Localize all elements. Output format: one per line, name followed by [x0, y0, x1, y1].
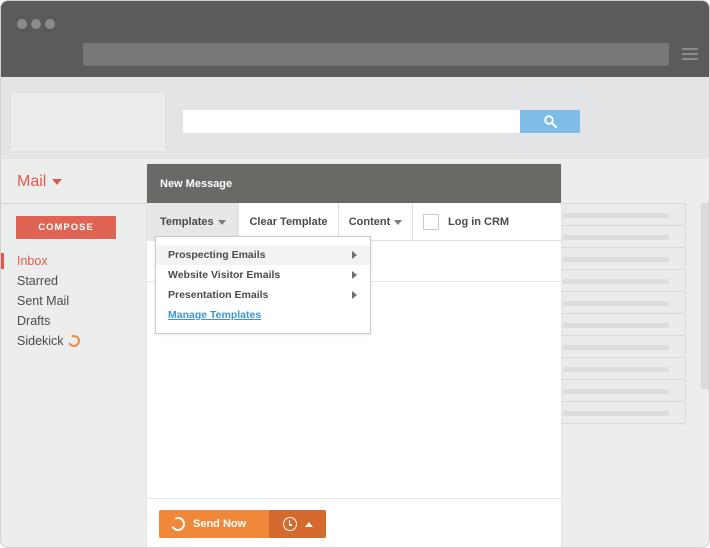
- sidebar-divider: [1, 203, 147, 204]
- clear-template-label: Clear Template: [249, 216, 328, 228]
- list-item[interactable]: [561, 292, 685, 314]
- sidebar-item-inbox[interactable]: Inbox: [1, 251, 147, 271]
- list-item[interactable]: [561, 204, 685, 226]
- send-now-button[interactable]: Send Now: [159, 510, 269, 538]
- log-in-crm-checkbox[interactable]: [423, 214, 439, 230]
- mail-label: Mail: [17, 173, 47, 190]
- list-item[interactable]: [561, 336, 685, 358]
- menu-item-label: Prospecting Emails: [168, 249, 266, 261]
- chevron-down-icon: [217, 219, 226, 225]
- list-item[interactable]: [561, 358, 685, 380]
- list-item[interactable]: [561, 248, 685, 270]
- scrollbar[interactable]: [701, 203, 709, 389]
- manage-templates-link[interactable]: Manage Templates: [168, 309, 261, 321]
- sidebar-item-label: Sent Mail: [17, 294, 70, 308]
- window-close-dot[interactable]: [17, 19, 27, 29]
- sidebar-item-label: Drafts: [17, 314, 51, 328]
- sidekick-icon: [65, 333, 82, 349]
- sidebar-item-sent-mail[interactable]: Sent Mail: [1, 291, 147, 311]
- sidebar-item-label: Starred: [17, 274, 58, 288]
- chevron-right-icon: [352, 291, 357, 299]
- compose-footer: Send Now: [147, 498, 561, 547]
- chevron-up-icon: [304, 521, 313, 527]
- window-minimize-dot[interactable]: [31, 19, 41, 29]
- logo-placeholder: [11, 93, 165, 151]
- chevron-right-icon: [352, 271, 357, 279]
- sidekick-icon: [169, 515, 187, 533]
- template-menu-item-website-visitor[interactable]: Website Visitor Emails: [156, 265, 370, 285]
- email-list-background: [561, 203, 686, 425]
- menu-item-label: Presentation Emails: [168, 289, 269, 301]
- search-icon: [543, 115, 557, 128]
- sidebar-item-sidekick[interactable]: Sidekick: [1, 331, 147, 351]
- address-bar[interactable]: [83, 43, 669, 66]
- compose-button[interactable]: COMPOSE: [16, 216, 116, 239]
- browser-chrome: [1, 1, 709, 77]
- sidebar-nav: Inbox Starred Sent Mail Drafts Sidekick: [1, 251, 147, 351]
- window-maximize-dot[interactable]: [45, 19, 55, 29]
- menu-item-label: Website Visitor Emails: [168, 269, 281, 281]
- content-label: Content: [348, 216, 391, 228]
- list-item[interactable]: [561, 380, 685, 402]
- log-in-crm-label: Log in CRM: [448, 216, 510, 228]
- browser-menu-icon[interactable]: [682, 48, 698, 60]
- list-item[interactable]: [561, 270, 685, 292]
- list-item[interactable]: [561, 314, 685, 336]
- search-input[interactable]: [183, 110, 521, 133]
- send-now-label: Send Now: [193, 518, 247, 530]
- templates-dropdown: Prospecting Emails Website Visitor Email…: [155, 236, 371, 334]
- compose-panel: New Message Templates Clear Template Con…: [147, 164, 561, 547]
- list-item[interactable]: [561, 402, 685, 424]
- chevron-down-icon: [394, 219, 403, 225]
- sidebar-item-starred[interactable]: Starred: [1, 271, 147, 291]
- template-menu-item-presentation[interactable]: Presentation Emails: [156, 285, 370, 305]
- manage-templates-item: Manage Templates: [156, 305, 370, 325]
- compose-title: New Message: [147, 164, 561, 203]
- clock-icon: [282, 517, 297, 531]
- schedule-send-button[interactable]: [269, 510, 326, 538]
- chevron-right-icon: [352, 251, 357, 259]
- sidebar-item-label: Sidekick: [17, 334, 64, 348]
- templates-label: Templates: [160, 216, 214, 228]
- mail-menu[interactable]: Mail: [17, 173, 63, 191]
- search-button[interactable]: [520, 110, 580, 133]
- chevron-down-icon: [52, 179, 63, 185]
- sidebar-item-drafts[interactable]: Drafts: [1, 311, 147, 331]
- template-menu-item-prospecting[interactable]: Prospecting Emails: [156, 245, 370, 265]
- browser-window: Mail COMPOSE Inbox Starred Sent Mail Dra…: [0, 0, 710, 548]
- log-in-crm-toggle[interactable]: Log in CRM: [413, 203, 509, 241]
- list-item[interactable]: [561, 226, 685, 248]
- sidebar-item-label: Inbox: [17, 254, 48, 268]
